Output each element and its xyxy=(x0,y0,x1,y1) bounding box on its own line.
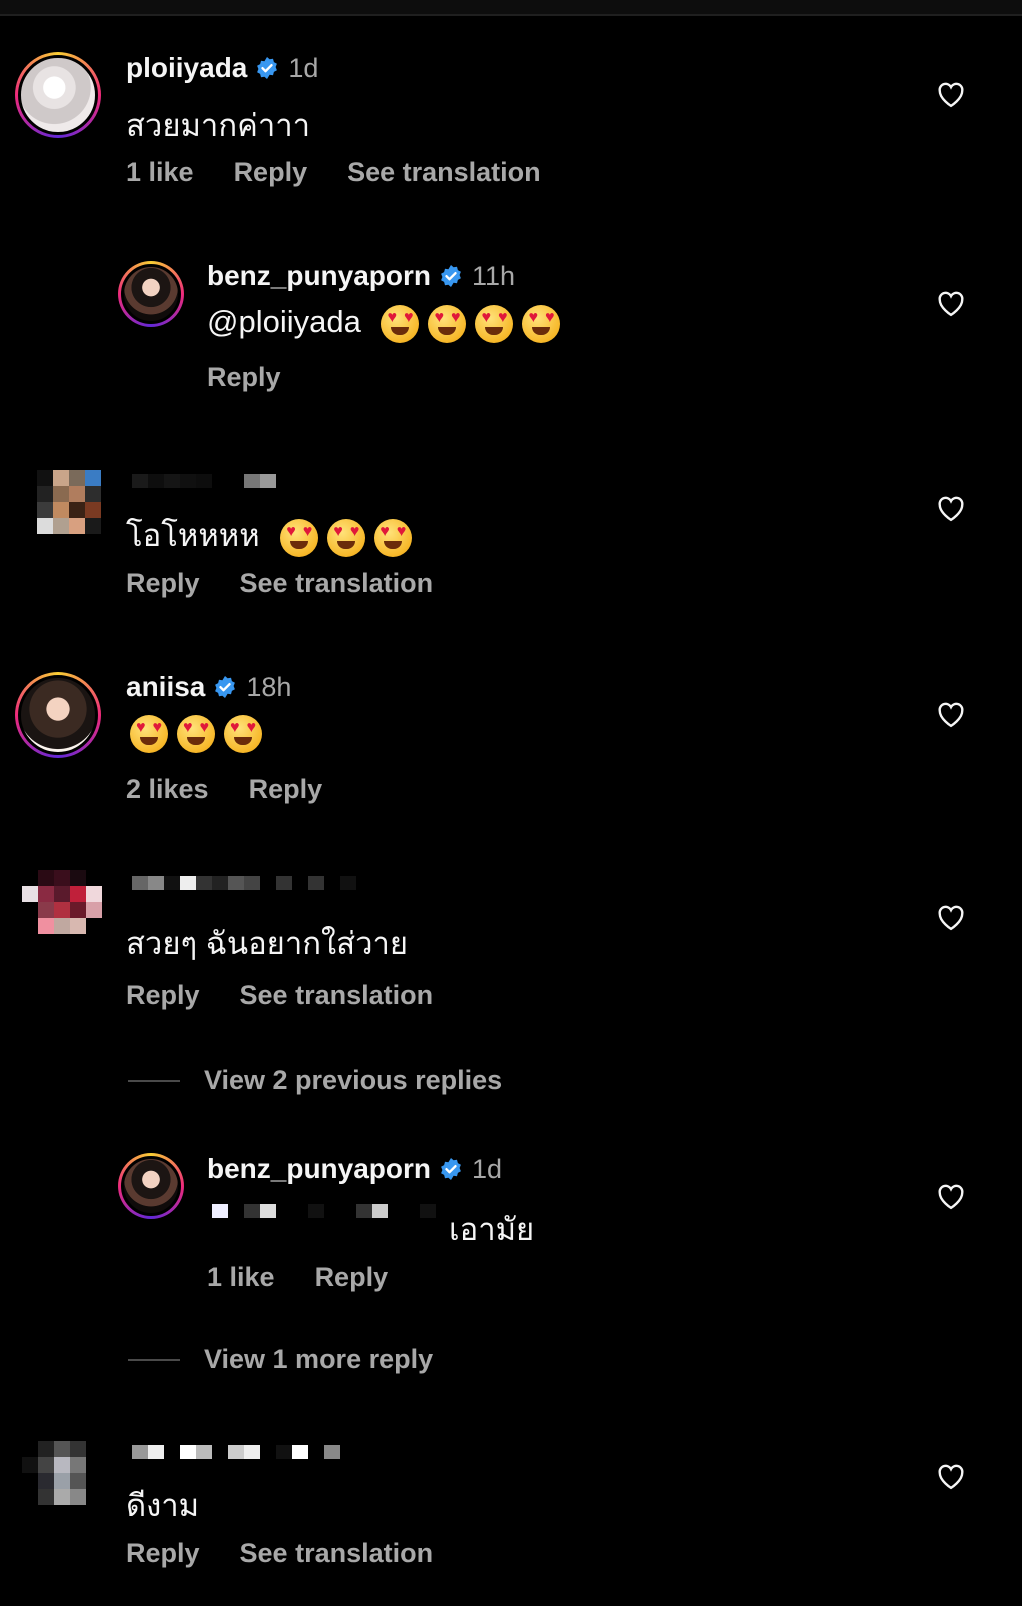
likes-count[interactable]: 2 likes xyxy=(126,774,209,805)
avatar[interactable] xyxy=(15,672,101,758)
heart-eyes-emoji xyxy=(428,304,467,343)
heart-outline-icon[interactable] xyxy=(936,80,966,108)
thread-line xyxy=(128,1358,180,1361)
comment-username[interactable]: benz_punyaporn xyxy=(207,260,431,292)
mention-redacted xyxy=(212,1204,436,1218)
view-previous-replies-button[interactable]: View 2 previous replies xyxy=(128,1065,502,1096)
comment-time: 18h xyxy=(246,671,292,702)
avatar-pixelated[interactable] xyxy=(22,1441,102,1505)
username-redacted xyxy=(132,876,356,890)
avatar[interactable] xyxy=(118,1153,184,1219)
heart-outline-icon[interactable] xyxy=(936,494,966,522)
see-translation-button[interactable]: See translation xyxy=(240,980,434,1011)
heart-eyes-emoji xyxy=(130,714,168,753)
heart-eyes-emoji xyxy=(475,304,514,343)
username-redacted xyxy=(132,1445,340,1459)
comment-time: 11h xyxy=(472,260,516,291)
heart-eyes-emoji xyxy=(224,714,262,753)
reply-button[interactable]: Reply xyxy=(207,362,281,393)
heart-outline-icon[interactable] xyxy=(936,903,966,931)
heart-eyes-emoji xyxy=(381,304,420,343)
comment-username[interactable]: benz_punyaporn xyxy=(207,1153,431,1185)
comment-text: เอามัย xyxy=(449,1212,535,1247)
heart-outline-icon[interactable] xyxy=(936,1182,966,1210)
see-translation-button[interactable]: See translation xyxy=(240,568,434,599)
heart-outline-icon[interactable] xyxy=(936,289,966,317)
top-divider xyxy=(0,0,1022,16)
heart-eyes-emoji xyxy=(327,518,366,557)
reply-button[interactable]: Reply xyxy=(249,774,323,805)
heart-eyes-emoji xyxy=(177,714,215,753)
reply-button[interactable]: Reply xyxy=(315,1262,389,1293)
comment-username[interactable]: aniisa xyxy=(126,671,205,703)
reply-button[interactable]: Reply xyxy=(126,1538,200,1569)
verified-badge-icon xyxy=(441,1158,461,1180)
view-more-replies-button[interactable]: View 1 more reply xyxy=(128,1344,433,1375)
comment-text: สวยมากค่าาา xyxy=(126,108,311,143)
thread-line xyxy=(128,1079,180,1082)
comment-text: ดีงาม xyxy=(126,1488,200,1523)
reply-button[interactable]: Reply xyxy=(234,157,308,188)
reply-button[interactable]: Reply xyxy=(126,568,200,599)
avatar[interactable] xyxy=(15,52,101,138)
see-translation-button[interactable]: See translation xyxy=(347,157,541,188)
heart-eyes-emoji xyxy=(374,518,413,557)
mention-link[interactable]: @ploiiyada xyxy=(207,304,361,339)
heart-outline-icon[interactable] xyxy=(936,700,966,728)
heart-outline-icon[interactable] xyxy=(936,1462,966,1490)
comment-text: @ploiiyada xyxy=(207,304,569,343)
verified-badge-icon xyxy=(441,265,461,287)
comment-text xyxy=(130,714,271,753)
view-previous-label[interactable]: View 2 previous replies xyxy=(204,1065,502,1096)
comment-text: โอโหหหห xyxy=(126,510,421,560)
see-translation-button[interactable]: See translation xyxy=(240,1538,434,1569)
likes-count[interactable]: 1 like xyxy=(126,157,194,188)
heart-eyes-emoji xyxy=(522,304,561,343)
avatar-pixelated[interactable] xyxy=(22,870,102,934)
avatar[interactable] xyxy=(118,261,184,327)
reply-button[interactable]: Reply xyxy=(126,980,200,1011)
verified-badge-icon xyxy=(215,676,236,698)
comment-text: สวยๆ ฉันอยากใส่วาย xyxy=(126,926,409,961)
comment-time: 1d xyxy=(472,1153,503,1184)
comment-username[interactable]: ploiiyada xyxy=(126,52,247,84)
username-redacted xyxy=(132,474,276,488)
view-more-label[interactable]: View 1 more reply xyxy=(204,1344,433,1375)
comment-time: 1d xyxy=(288,52,319,83)
verified-badge-icon xyxy=(257,57,278,79)
likes-count[interactable]: 1 like xyxy=(207,1262,275,1293)
avatar-pixelated[interactable] xyxy=(37,470,101,534)
heart-eyes-emoji xyxy=(280,518,319,557)
